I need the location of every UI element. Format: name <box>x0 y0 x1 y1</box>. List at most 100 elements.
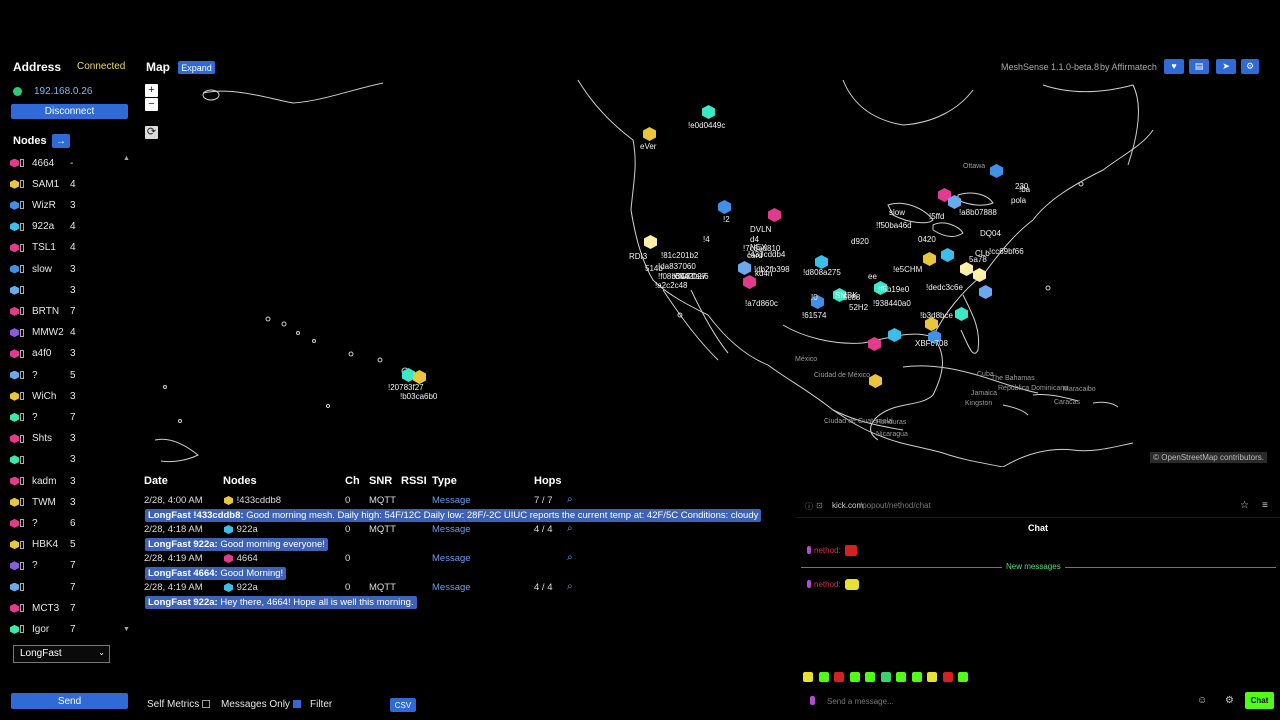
node-marker-label[interactable]: 5a78 <box>969 255 987 264</box>
chat-username[interactable]: nethod: <box>814 546 841 555</box>
message-type[interactable]: Message <box>432 495 471 506</box>
node-row[interactable]: 3 <box>10 450 130 470</box>
menu-icon[interactable]: ≡ <box>1262 500 1268 511</box>
chat-url-path[interactable]: /popout/nethod/chat <box>860 501 931 510</box>
emote-icon[interactable] <box>942 672 953 682</box>
emote-icon[interactable] <box>818 672 829 682</box>
col-hops[interactable]: Hops <box>534 475 562 487</box>
search-icon[interactable]: ⌕ <box>567 523 573 534</box>
search-icon[interactable]: ⌕ <box>567 581 573 592</box>
node-marker-label[interactable]: !b3d8bce <box>920 311 953 320</box>
node-marker-label[interactable]: XBFc708 <box>915 339 948 348</box>
emote-icon[interactable] <box>834 672 844 682</box>
node-marker-label[interactable]: kd4n <box>755 269 772 278</box>
node-marker-label[interactable]: !dedc3c6e <box>926 283 963 292</box>
emote-icon[interactable] <box>880 672 891 682</box>
node-row[interactable]: ? 6 <box>10 513 130 533</box>
ip-address[interactable]: 192.168.0.26 <box>34 86 92 97</box>
chat-url-domain[interactable]: kick.com <box>832 501 863 510</box>
node-marker-label[interactable]: 230 <box>1015 182 1028 191</box>
node-row[interactable]: MCT3 7 <box>10 598 130 618</box>
col-nodes[interactable]: Nodes <box>223 475 257 487</box>
card-icon[interactable]: ▤ <box>1189 59 1209 74</box>
search-icon[interactable]: ⌕ <box>567 552 573 563</box>
message-node[interactable]: 922a <box>224 582 258 593</box>
node-row[interactable]: SAM1 4 <box>10 174 130 194</box>
node-marker-label[interactable]: !5ffd <box>929 212 944 221</box>
emote-icon[interactable] <box>865 672 875 682</box>
emote-icon[interactable] <box>927 672 937 682</box>
settings-icon[interactable]: ⚙ <box>1225 695 1234 706</box>
node-marker-label[interactable]: ee <box>868 272 877 281</box>
star-icon[interactable]: ☆ <box>1240 500 1249 511</box>
node-marker-label[interactable]: !a2c2c48 <box>655 281 687 290</box>
map-expand-button[interactable]: Expand <box>178 61 215 74</box>
node-row[interactable]: TWM 3 <box>10 492 130 512</box>
node-row[interactable]: 7 <box>10 577 130 597</box>
col-date[interactable]: Date <box>144 475 168 487</box>
search-icon[interactable]: ⌕ <box>567 494 573 505</box>
node-marker-label[interactable]: slow <box>889 208 905 217</box>
nodes-expand-button[interactable]: → <box>52 134 70 148</box>
chat-username[interactable]: nethod: <box>814 580 841 589</box>
node-row[interactable]: ? 7 <box>10 407 130 427</box>
emote-icon[interactable] <box>849 672 860 682</box>
node-row[interactable]: WizR 3 <box>10 195 130 215</box>
node-marker-label[interactable]: !81c201b2 <box>661 251 698 260</box>
messages-only-toggle[interactable]: Messages Only <box>221 699 301 710</box>
send-button[interactable]: Send <box>11 693 128 709</box>
node-marker-label[interactable]: !4 <box>703 235 710 244</box>
node-marker-label[interactable]: !f5b19e0 <box>878 285 909 294</box>
csv-button[interactable]: CSV <box>390 698 416 712</box>
col-snr[interactable]: SNR <box>369 475 392 487</box>
node-marker-label[interactable]: !7c5ad810 <box>743 244 780 253</box>
node-row[interactable]: TSL1 4 <box>10 238 130 258</box>
message-node[interactable]: 4664 <box>224 553 258 564</box>
locate-button[interactable]: ⟳ <box>145 126 158 139</box>
chat-send-button[interactable]: Chat <box>1245 692 1274 709</box>
node-marker-label[interactable]: !cc69bf66 <box>989 247 1024 256</box>
self-metrics-checkbox[interactable] <box>202 700 211 709</box>
heart-icon[interactable]: ♥ <box>1164 59 1184 74</box>
emote-icon[interactable] <box>896 672 906 682</box>
node-marker-label[interactable]: DQ04 <box>980 229 1001 238</box>
col-ch[interactable]: Ch <box>345 475 360 487</box>
col-type[interactable]: Type <box>432 475 457 487</box>
node-row[interactable]: BRTN 7 <box>10 301 130 321</box>
filter-label[interactable]: Filter <box>310 699 332 710</box>
node-marker-label[interactable]: !20783f27 <box>388 383 424 392</box>
node-row[interactable]: Igor 7 <box>10 619 130 639</box>
node-marker-label[interactable]: !d808a275 <box>803 268 841 277</box>
node-marker-label[interactable]: RDI3 <box>629 252 647 261</box>
chat-input[interactable]: Send a message... <box>827 697 894 706</box>
node-marker-label[interactable]: !e0d0449c <box>688 121 725 130</box>
emoji-icon[interactable]: ☺ <box>1197 695 1207 706</box>
node-marker-label[interactable]: !b03ca6b0 <box>400 392 437 401</box>
node-marker-label[interactable]: !e5CHM <box>893 265 922 274</box>
message-type[interactable]: Message <box>432 553 471 564</box>
node-row[interactable]: kadm 3 <box>10 471 130 491</box>
node-row[interactable]: ? 5 <box>10 365 130 385</box>
app-author[interactable]: by Affirmatech <box>1100 62 1157 72</box>
node-row[interactable]: 922a 4 <box>10 217 130 237</box>
messages-only-checkbox[interactable] <box>292 700 301 709</box>
node-marker-label[interactable]: !2 <box>723 215 730 224</box>
self-metrics-toggle[interactable]: Self Metrics <box>147 699 211 710</box>
scroll-down-icon[interactable]: ▼ <box>123 626 130 633</box>
node-row[interactable]: 3 <box>10 280 130 300</box>
node-marker-label[interactable]: !f50ba46d <box>876 221 912 230</box>
node-marker-label[interactable]: !a8b07888 <box>959 208 997 217</box>
node-marker-label[interactable]: 514b <box>645 264 663 273</box>
node-row[interactable]: slow 3 <box>10 259 130 279</box>
node-marker-label[interactable]: CCTD27 <box>675 272 706 281</box>
emote-icon[interactable] <box>958 672 968 682</box>
node-row[interactable]: 4664 - <box>10 153 130 173</box>
node-marker-label[interactable]: 0420 <box>918 235 936 244</box>
disconnect-button[interactable]: Disconnect <box>11 104 128 119</box>
node-row[interactable]: WiCh 3 <box>10 386 130 406</box>
gear-icon[interactable]: ⚙ <box>1241 59 1259 74</box>
map[interactable]: + − ⟳ Ottawa México Ciudad de México Cuba Ci… <box>143 75 1270 467</box>
node-marker-label[interactable]: !61574 <box>802 311 826 320</box>
pin-icon[interactable]: ➤ <box>1216 59 1236 74</box>
info-icon[interactable]: ⓘ <box>805 501 813 512</box>
